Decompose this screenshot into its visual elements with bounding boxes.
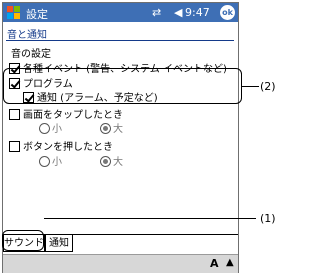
page-header: 音と通知 [7,30,47,41]
tap-large-radio[interactable] [100,123,111,134]
button-press-checkbox-row[interactable]: ボタンを押したとき [9,138,113,153]
tap-large-label: 大 [113,124,123,135]
command-bar [3,254,238,273]
callout-leader-1 [44,218,256,219]
section-label: 音の設定 [11,49,51,60]
ok-button[interactable]: ok [220,5,235,20]
tap-screen-checkbox-row[interactable]: 画面をタップしたとき [9,106,123,121]
tap-small-radio-row[interactable]: 小 [39,120,62,135]
tap-small-radio[interactable] [39,123,50,134]
tab-notifications[interactable]: 通知 [45,235,73,252]
button-small-radio-row[interactable]: 小 [39,153,62,168]
callout-box-1 [2,230,44,251]
button-large-radio-row[interactable]: 大 [100,153,123,168]
button-press-label: ボタンを押したとき [23,142,113,153]
tap-small-label: 小 [52,124,62,135]
callout-label-1: (1) [260,212,276,225]
clock: 9:47 [185,6,210,19]
callout-box-2 [3,68,242,104]
tap-large-radio-row[interactable]: 大 [100,120,123,135]
keyboard-icon[interactable]: A [210,257,219,270]
button-small-label: 小 [52,157,62,168]
tap-screen-checkbox[interactable] [9,109,20,120]
callout-leader-2 [242,86,259,87]
input-panel-arrow-icon[interactable]: ▲ [226,257,234,268]
callout-label-2: (2) [260,80,276,93]
button-press-checkbox[interactable] [9,141,20,152]
windows-start-icon[interactable] [6,5,21,20]
volume-icon[interactable]: ◀ [174,6,182,19]
connectivity-icon[interactable]: ⇄ [152,6,161,19]
button-large-label: 大 [113,157,123,168]
title-bar: 設定 ⇄ ◀ 9:47 ok [3,3,238,22]
window-title: 設定 [26,8,48,21]
header-divider [6,40,234,41]
button-large-radio[interactable] [100,156,111,167]
button-small-radio[interactable] [39,156,50,167]
